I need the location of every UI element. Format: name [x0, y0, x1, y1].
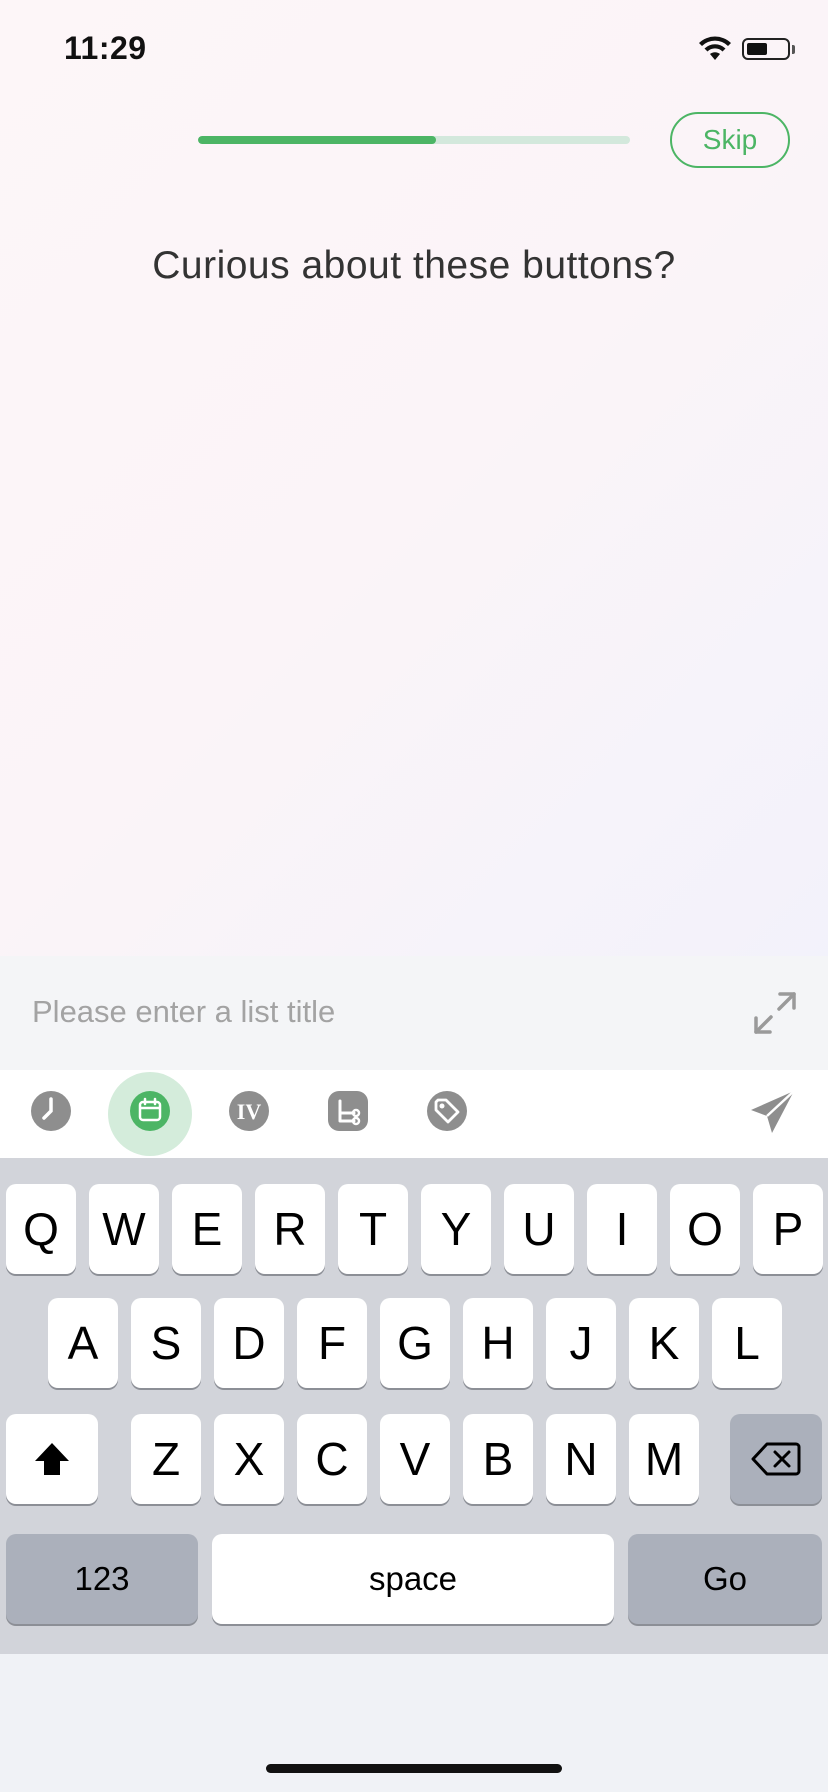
- priority-icon-label: IV: [237, 1099, 262, 1124]
- status-time: 11:29: [64, 30, 147, 66]
- battery-nub: [792, 45, 795, 54]
- key-A[interactable]: A: [48, 1298, 118, 1388]
- key-P[interactable]: P: [753, 1184, 823, 1274]
- key-Z[interactable]: Z: [131, 1414, 201, 1504]
- numbers-key[interactable]: 123: [6, 1534, 198, 1624]
- key-B[interactable]: B: [463, 1414, 533, 1504]
- list-title-input[interactable]: Please enter a list title: [32, 994, 335, 1030]
- space-key[interactable]: space: [212, 1534, 614, 1624]
- key-U[interactable]: U: [504, 1184, 574, 1274]
- key-K[interactable]: K: [629, 1298, 699, 1388]
- battery-level: [747, 43, 768, 55]
- calendar-icon[interactable]: [128, 1089, 172, 1133]
- skip-button[interactable]: Skip: [670, 112, 790, 168]
- key-S[interactable]: S: [131, 1298, 201, 1388]
- key-F[interactable]: F: [297, 1298, 367, 1388]
- key-J[interactable]: J: [546, 1298, 616, 1388]
- key-G[interactable]: G: [380, 1298, 450, 1388]
- wifi-icon: [699, 36, 731, 60]
- clock-icon[interactable]: [29, 1089, 73, 1133]
- delete-key[interactable]: [730, 1414, 822, 1504]
- key-X[interactable]: X: [214, 1414, 284, 1504]
- key-V[interactable]: V: [380, 1414, 450, 1504]
- onboarding-progress-fill: [198, 136, 436, 144]
- shift-key[interactable]: [6, 1414, 98, 1504]
- key-I[interactable]: I: [587, 1184, 657, 1274]
- send-icon[interactable]: [748, 1088, 798, 1136]
- backspace-icon: [751, 1442, 801, 1476]
- key-M[interactable]: M: [629, 1414, 699, 1504]
- key-L[interactable]: L: [712, 1298, 782, 1388]
- key-D[interactable]: D: [214, 1298, 284, 1388]
- home-indicator[interactable]: [266, 1764, 562, 1773]
- expand-icon[interactable]: [752, 990, 798, 1036]
- key-R[interactable]: R: [255, 1184, 325, 1274]
- key-O[interactable]: O: [670, 1184, 740, 1274]
- tag-icon[interactable]: [425, 1089, 469, 1133]
- key-N[interactable]: N: [546, 1414, 616, 1504]
- key-T[interactable]: T: [338, 1184, 408, 1274]
- priority-icon[interactable]: IV: [227, 1089, 271, 1133]
- battery-icon: [742, 38, 790, 60]
- key-C[interactable]: C: [297, 1414, 367, 1504]
- key-Q[interactable]: Q: [6, 1184, 76, 1274]
- go-key[interactable]: Go: [628, 1534, 822, 1624]
- key-E[interactable]: E: [172, 1184, 242, 1274]
- onboarding-progress-bar: [198, 136, 630, 144]
- key-H[interactable]: H: [463, 1298, 533, 1388]
- shift-icon: [35, 1443, 69, 1475]
- list-icon[interactable]: [326, 1089, 370, 1133]
- key-Y[interactable]: Y: [421, 1184, 491, 1274]
- page-title: Curious about these buttons?: [152, 244, 676, 287]
- key-W[interactable]: W: [89, 1184, 159, 1274]
